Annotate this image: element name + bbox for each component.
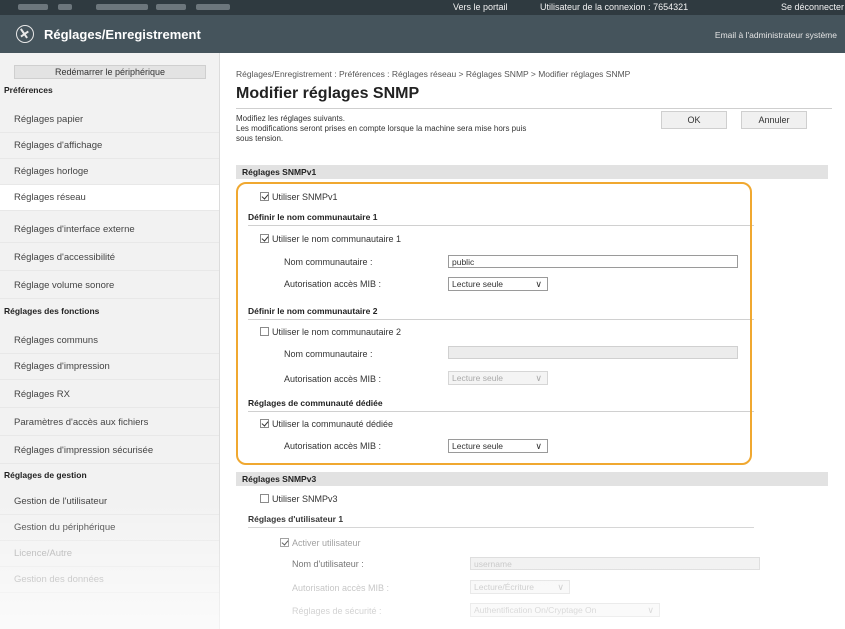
security-value: Authentification On/Cryptage On — [474, 605, 597, 615]
community2-name-input[interactable] — [448, 346, 738, 359]
divider — [236, 108, 832, 109]
blurred-text — [58, 4, 72, 10]
top-bar: Vers le portail Utilisateur de la connex… — [0, 0, 845, 15]
use-dedicated-checkbox-row[interactable]: Utiliser la communauté dédiée — [260, 419, 393, 429]
sidebar-item-data-management[interactable]: Gestion des données — [0, 567, 219, 593]
sidebar-item-license[interactable]: Licence/Autre — [0, 541, 219, 567]
title-bar: Réglages/Enregistrement Email à l'admini… — [0, 15, 845, 53]
sidebar-item-user-management[interactable]: Gestion de l'utilisateur — [0, 489, 219, 515]
user-mib-value: Lecture/Écriture — [474, 582, 534, 592]
dedicated-community-header: Réglages de communauté dédiée — [248, 398, 383, 408]
community1-name-label: Nom communautaire : — [284, 257, 373, 267]
sidebar-item-external-interface[interactable]: Réglages d'interface externe — [0, 217, 219, 243]
username-label: Nom d'utilisateur : — [292, 559, 364, 569]
settings-logo-icon — [16, 25, 34, 43]
community2-header: Définir le nom communautaire 2 — [248, 306, 378, 316]
cancel-button[interactable]: Annuler — [741, 111, 807, 129]
chevron-down-icon: ∨ — [535, 373, 542, 383]
blurred-text — [18, 4, 48, 10]
ok-button[interactable]: OK — [661, 111, 727, 129]
divider — [248, 411, 754, 412]
sidebar-item-accessibility[interactable]: Réglages d'accessibilité — [0, 245, 219, 271]
sidebar-item-file-access[interactable]: Paramètres d'accès aux fichiers — [0, 410, 219, 436]
snmpv3-section-header: Réglages SNMPv3 — [236, 472, 828, 486]
username-input[interactable] — [470, 557, 760, 570]
restart-device-button[interactable]: Redémarrer le périphérique — [14, 65, 206, 79]
admin-email-link[interactable]: Email à l'administrateur système — [715, 30, 837, 40]
use-snmpv1-checkbox[interactable] — [260, 192, 269, 201]
use-dedicated-checkbox[interactable] — [260, 419, 269, 428]
divider — [248, 225, 754, 226]
community1-mib-select[interactable]: Lecture seule ∨ — [448, 277, 548, 291]
sidebar-item-device-management[interactable]: Gestion du périphérique — [0, 515, 219, 541]
sidebar-item-clock[interactable]: Réglages horloge — [0, 159, 219, 185]
use-community1-label: Utiliser le nom communautaire 1 — [272, 234, 402, 244]
dedicated-mib-value: Lecture seule — [452, 441, 504, 451]
divider — [248, 319, 754, 320]
community2-mib-select[interactable]: Lecture seule ∨ — [448, 371, 548, 385]
chevron-down-icon: ∨ — [557, 582, 564, 592]
community2-mib-label: Autorisation accès MIB : — [284, 374, 382, 384]
community1-mib-value: Lecture seule — [452, 279, 504, 289]
sidebar-item-volume[interactable]: Réglage volume sonore — [0, 273, 219, 299]
use-community2-label: Utiliser le nom communautaire 2 — [272, 327, 402, 337]
community1-header: Définir le nom communautaire 1 — [248, 212, 378, 222]
blurred-text — [96, 4, 148, 10]
user-mib-label: Autorisation accès MIB : — [292, 583, 390, 593]
chevron-down-icon: ∨ — [535, 279, 542, 289]
sidebar-item-network[interactable]: Réglages réseau — [0, 185, 219, 211]
use-snmpv3-checkbox-row[interactable]: Utiliser SNMPv3 — [260, 494, 338, 504]
use-community2-checkbox[interactable] — [260, 327, 269, 336]
use-dedicated-label: Utiliser la communauté dédiée — [272, 419, 394, 429]
divider — [248, 527, 754, 528]
instruction-line: Les modifications seront prises en compt… — [236, 124, 527, 133]
use-snmpv3-label: Utiliser SNMPv3 — [272, 494, 338, 504]
enable-user-label: Activer utilisateur — [292, 538, 361, 548]
enable-user-checkbox-row[interactable]: Activer utilisateur — [280, 538, 361, 548]
dedicated-mib-label: Autorisation accès MIB : — [284, 441, 382, 451]
dedicated-mib-select[interactable]: Lecture seule ∨ — [448, 439, 548, 453]
breadcrumb: Réglages/Enregistrement : Préférences : … — [236, 69, 631, 79]
instruction-line: sous tension. — [236, 134, 284, 143]
app-title: Réglages/Enregistrement — [44, 27, 201, 42]
use-snmpv1-checkbox-row[interactable]: Utiliser SNMPv1 — [260, 192, 338, 202]
chevron-down-icon: ∨ — [535, 441, 542, 451]
sidebar-item-common[interactable]: Réglages communs — [0, 328, 219, 354]
chevron-down-icon: ∨ — [647, 605, 654, 615]
use-snmpv3-checkbox[interactable] — [260, 494, 269, 503]
page-title: Modifier réglages SNMP — [236, 85, 420, 102]
sidebar-section-functions: Réglages des fonctions — [4, 306, 100, 316]
sidebar-item-secure-print[interactable]: Réglages d'impression sécurisée — [0, 438, 219, 464]
user1-header: Réglages d'utilisateur 1 — [248, 514, 344, 524]
sidebar-item-display[interactable]: Réglages d'affichage — [0, 133, 219, 159]
community2-mib-value: Lecture seule — [452, 373, 504, 383]
sidebar-section-preferences: Préférences — [4, 85, 53, 95]
community1-mib-label: Autorisation accès MIB : — [284, 279, 382, 289]
community1-name-input[interactable] — [448, 255, 738, 268]
sidebar-item-printer[interactable]: Réglages d'impression — [0, 354, 219, 380]
portal-link[interactable]: Vers le portail — [453, 2, 508, 12]
enable-user-checkbox[interactable] — [280, 538, 289, 547]
snmpv1-section-header: Réglages SNMPv1 — [236, 165, 828, 179]
community2-name-label: Nom communautaire : — [284, 349, 373, 359]
main-content: Réglages/Enregistrement : Préférences : … — [232, 53, 837, 629]
blurred-text — [196, 4, 230, 10]
security-label: Réglages de sécurité : — [292, 606, 382, 616]
use-community2-checkbox-row[interactable]: Utiliser le nom communautaire 2 — [260, 327, 401, 337]
logout-link[interactable]: Se déconnecter — [781, 2, 844, 12]
sidebar-section-management: Réglages de gestion — [4, 470, 87, 480]
security-select[interactable]: Authentification On/Cryptage On ∨ — [470, 603, 660, 617]
use-community1-checkbox-row[interactable]: Utiliser le nom communautaire 1 — [260, 234, 401, 244]
use-snmpv1-label: Utiliser SNMPv1 — [272, 192, 338, 202]
instruction-line: Modifiez les réglages suivants. — [236, 114, 345, 123]
sidebar: Redémarrer le périphérique Préférences R… — [0, 53, 220, 629]
user-mib-select[interactable]: Lecture/Écriture ∨ — [470, 580, 570, 594]
use-community1-checkbox[interactable] — [260, 234, 269, 243]
sidebar-item-rx[interactable]: Réglages RX — [0, 382, 219, 408]
blurred-text — [156, 4, 186, 10]
sidebar-item-paper[interactable]: Réglages papier — [0, 107, 219, 133]
login-user-label: Utilisateur de la connexion : 7654321 — [540, 2, 689, 12]
